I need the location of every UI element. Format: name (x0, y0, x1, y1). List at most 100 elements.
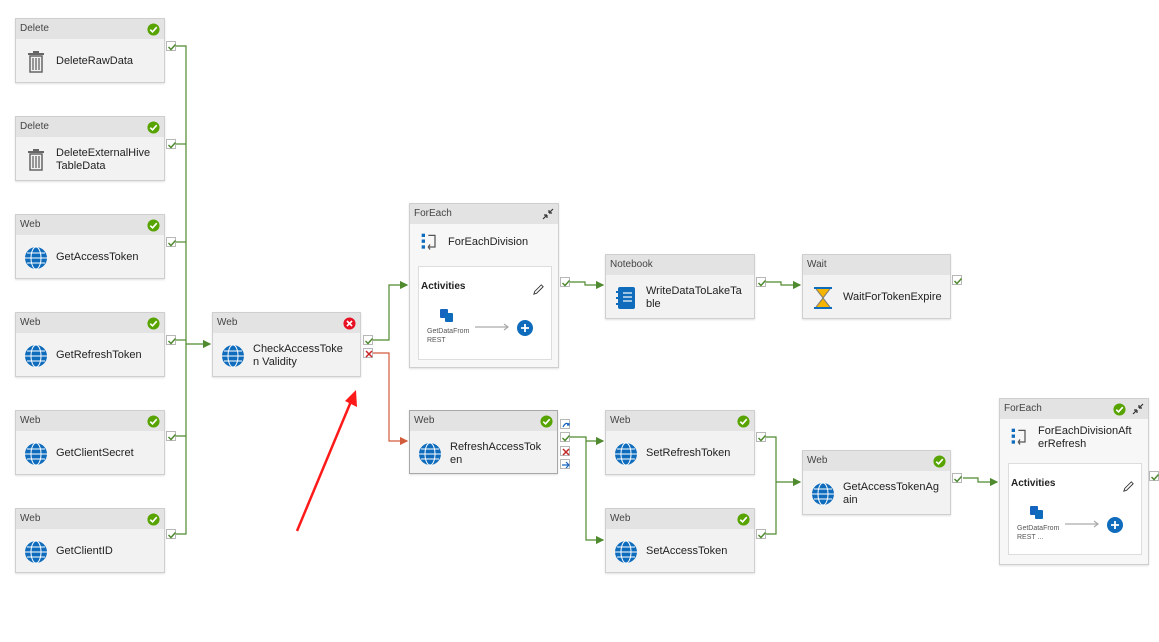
activity-type-label: Web (213, 313, 360, 333)
connector-deleteraw (176, 45, 212, 349)
connector-check-to-foreach (373, 280, 409, 341)
success-icon (933, 455, 946, 468)
activity-name: DeleteRawData (56, 55, 134, 67)
activity-refresh-access-token[interactable]: Web RefreshAccessToken (409, 410, 558, 474)
activity-write-data-to-lake-table[interactable]: Notebook WriteDataToLakeTable (605, 254, 755, 319)
skipped-output-port[interactable] (560, 419, 570, 429)
notebook-icon (616, 287, 635, 309)
success-output-port[interactable] (166, 529, 177, 539)
activity-type-label: Web (606, 411, 754, 431)
activity-get-client-secret[interactable]: Web GetClientSecret (15, 410, 165, 475)
foreach-icon (421, 233, 436, 250)
success-output-port[interactable] (1149, 471, 1159, 481)
globe-icon (25, 246, 47, 270)
activity-get-access-token[interactable]: Web GetAccessToken (15, 214, 165, 279)
activity-get-refresh-token[interactable]: Web GetRefreshToken (15, 312, 165, 377)
globe-icon (615, 540, 637, 564)
hourglass-icon (814, 287, 832, 309)
success-icon (147, 317, 160, 330)
success-icon (540, 415, 553, 428)
check-icon (757, 434, 767, 442)
failure-output-port[interactable] (363, 348, 373, 358)
success-output-port[interactable] (952, 473, 963, 483)
check-icon (167, 433, 177, 441)
activity-get-access-token-again[interactable]: Web GetAccessTokenAgain (802, 450, 951, 515)
activity-foreach-division[interactable]: ForEach ForEachDivision Activities GetDa… (409, 203, 559, 368)
success-icon (737, 513, 750, 526)
connector-setrefresh-to-again (766, 436, 802, 487)
success-output-port[interactable] (560, 277, 571, 287)
error-icon (343, 317, 356, 330)
x-icon (365, 350, 373, 358)
activity-type-label: Web (803, 451, 950, 471)
skip-icon (562, 422, 570, 428)
activities-label: Activities (1011, 478, 1056, 489)
activity-check-access-token-validity[interactable]: Web CheckAccessToken Validity (212, 312, 361, 377)
collapse-icon[interactable] (541, 207, 555, 221)
failure-output-port[interactable] (560, 446, 570, 456)
activity-set-refresh-token[interactable]: Web SetRefreshToken (605, 410, 755, 475)
collapse-icon[interactable] (1131, 402, 1145, 416)
activity-type-label: Notebook (606, 255, 754, 275)
success-icon (737, 415, 750, 428)
arrow-icon (475, 323, 509, 331)
connector-refresh-to-setaccess (585, 441, 605, 545)
globe-icon (25, 540, 47, 564)
check-icon (364, 337, 374, 345)
success-output-port[interactable] (166, 431, 177, 441)
check-icon (953, 277, 963, 285)
success-output-port[interactable] (166, 41, 177, 51)
pencil-icon[interactable] (532, 283, 545, 296)
copy-data-icon (1030, 506, 1043, 519)
success-output-port[interactable] (560, 432, 571, 442)
success-output-port[interactable] (166, 237, 177, 247)
pipeline-canvas[interactable]: Delete DeleteRawData Delete DeleteExtern… (0, 0, 1159, 642)
activity-type-label: Web (16, 215, 164, 235)
connector-refresh-to-setrefresh (569, 436, 605, 446)
success-output-port[interactable] (166, 335, 177, 345)
activity-foreach-division-after-refresh[interactable]: ForEach ForEachDivisionAfterRefresh Acti… (999, 398, 1149, 565)
activity-name: GetClientID (56, 545, 113, 557)
connector-setaccess-to-again (766, 482, 777, 535)
check-icon (561, 434, 571, 442)
activity-wait-for-token-expire[interactable]: Wait WaitForTokenExpire (802, 254, 951, 319)
pencil-icon[interactable] (1122, 480, 1135, 493)
activity-type-label: ForEach (410, 204, 558, 224)
activity-name: RefreshAccessToken (450, 441, 542, 466)
activity-type-label: Web (16, 509, 164, 529)
add-activity-icon[interactable] (517, 320, 533, 336)
success-icon (1113, 403, 1126, 416)
success-output-port[interactable] (756, 277, 767, 287)
arrow-right-icon (562, 461, 570, 469)
activity-name: GetClientSecret (56, 447, 134, 459)
success-output-port[interactable] (952, 275, 963, 285)
success-output-port[interactable] (363, 335, 374, 345)
activity-get-client-id[interactable]: Web GetClientID (15, 508, 165, 573)
activity-type-label: Delete (16, 19, 164, 39)
activity-name: SetAccessToken (646, 545, 728, 557)
success-output-port[interactable] (166, 139, 177, 149)
activity-set-access-token[interactable]: Web SetAccessToken (605, 508, 755, 573)
success-output-port[interactable] (756, 529, 767, 539)
success-icon (147, 219, 160, 232)
activity-type-label: Wait (803, 255, 950, 275)
activity-name: WaitForTokenExpire (843, 291, 942, 303)
activity-name: ForEachDivisionAfterRefresh (1038, 425, 1132, 450)
add-activity-icon[interactable] (1107, 517, 1123, 533)
completion-output-port[interactable] (560, 459, 570, 469)
annotation-arrow-icon (295, 390, 357, 532)
trash-icon (28, 149, 44, 171)
activity-delete-external-hive-table-data[interactable]: Delete DeleteExternalHive TableData (15, 116, 165, 181)
activity-name: GetRefreshToken (56, 349, 142, 361)
connector-check-fail-to-refresh (373, 352, 409, 446)
globe-icon (25, 442, 47, 466)
inner-activities-panel[interactable]: Activities GetDataFromREST (418, 266, 552, 360)
check-icon (561, 279, 571, 287)
success-output-port[interactable] (756, 432, 767, 442)
globe-icon (615, 442, 637, 466)
success-icon (147, 23, 160, 36)
activity-delete-raw-data[interactable]: Delete DeleteRawData (15, 18, 165, 83)
inner-activities-panel[interactable]: Activities GetDataFromREST ... (1008, 463, 1142, 555)
activity-type-label: Web (16, 313, 164, 333)
check-icon (167, 531, 177, 539)
